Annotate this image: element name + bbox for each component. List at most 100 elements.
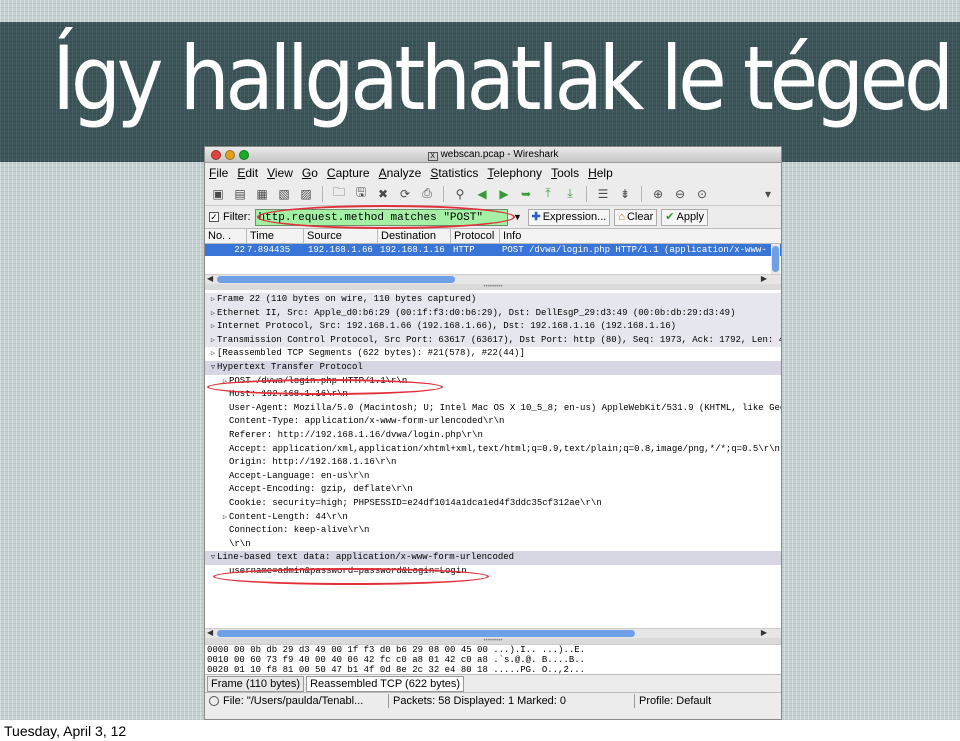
expand-icon[interactable]: ▷ bbox=[209, 348, 217, 362]
packet-info: POST /dvwa/login.php HTTP/1.1 (applicati… bbox=[502, 245, 767, 255]
toolbar-overflow-icon[interactable]: ▾ bbox=[759, 185, 777, 203]
scroll-left-icon[interactable]: ◀ bbox=[207, 274, 213, 283]
menu-telephony[interactable]: Telephony bbox=[487, 166, 542, 180]
detail-line[interactable]: User-Agent: Mozilla/5.0 (Macintosh; U; I… bbox=[205, 402, 781, 416]
detail-line[interactable]: ▷ Frame 22 (110 bytes on wire, 110 bytes … bbox=[205, 293, 781, 307]
packet-row-selected[interactable]: 22 7.894435 192.168.1.66 192.168.1.16 HT… bbox=[205, 244, 781, 256]
window-title: webscan.pcap - Wireshark bbox=[440, 149, 559, 160]
last-packet-icon[interactable]: ⤓ bbox=[561, 185, 579, 203]
interfaces-icon[interactable]: ▣ bbox=[209, 185, 227, 203]
go-to-packet-icon[interactable]: ➥ bbox=[517, 185, 535, 203]
detail-line[interactable]: ▷ Content-Length: 44\r\n bbox=[205, 511, 781, 525]
filter-history-dropdown[interactable]: ▼ bbox=[512, 209, 524, 226]
expression-button[interactable]: ✚ Expression... bbox=[527, 208, 611, 226]
expand-icon[interactable]: ▷ bbox=[221, 512, 229, 526]
clear-button[interactable]: ⌂ Clear bbox=[614, 208, 658, 226]
collapse-icon[interactable]: ▽ bbox=[209, 552, 217, 566]
column-header-info[interactable]: Info bbox=[500, 229, 781, 243]
column-header-source[interactable]: Source bbox=[304, 229, 378, 243]
clear-label: Clear bbox=[626, 210, 654, 223]
detail-line[interactable]: Origin: http://192.168.1.16\r\n bbox=[205, 456, 781, 470]
print-icon[interactable]: ⎙ bbox=[418, 185, 436, 203]
tab-reassembled-tcp[interactable]: Reassembled TCP (622 bytes) bbox=[306, 676, 465, 692]
colorize-icon[interactable]: ☰ bbox=[594, 185, 612, 203]
detail-line[interactable]: username=admin&password=password&Login=L… bbox=[205, 565, 781, 579]
zoom-out-icon[interactable]: ⊖ bbox=[671, 185, 689, 203]
menu-go[interactable]: Go bbox=[302, 166, 318, 180]
column-header-time[interactable]: Time bbox=[247, 229, 304, 243]
expert-info-icon[interactable] bbox=[209, 695, 219, 706]
detail-line[interactable]: ▷ POST /dvwa/login.php HTTP/1.1\r\n bbox=[205, 375, 781, 389]
filter-checkbox[interactable]: ✓ bbox=[209, 212, 219, 222]
scroll-thumb[interactable] bbox=[217, 630, 635, 637]
detail-line[interactable]: Cookie: security=high; PHPSESSID=e24df10… bbox=[205, 497, 781, 511]
detail-line[interactable]: Accept: application/xml,application/xhtm… bbox=[205, 443, 781, 457]
menu-tools[interactable]: Tools bbox=[551, 166, 579, 180]
menu-file[interactable]: File bbox=[209, 166, 228, 180]
column-header-no[interactable]: No. . bbox=[205, 229, 247, 243]
detail-line[interactable]: ▷ Transmission Control Protocol, Src Port… bbox=[205, 333, 781, 349]
zoom-in-icon[interactable]: ⊕ bbox=[649, 185, 667, 203]
expand-icon[interactable]: ▷ bbox=[221, 376, 229, 390]
restart-capture-icon[interactable]: ▨ bbox=[297, 185, 315, 203]
scroll-right-icon[interactable]: ▶ bbox=[761, 628, 767, 637]
normal-size-icon[interactable]: ⊙ bbox=[693, 185, 711, 203]
go-forward-icon[interactable]: ▶ bbox=[495, 185, 513, 203]
detail-line[interactable]: Host: 192.168.1.16\r\n bbox=[205, 388, 781, 402]
packet-list-hscroll[interactable]: ◀ ▶ bbox=[205, 274, 781, 284]
scroll-thumb[interactable] bbox=[772, 246, 779, 272]
column-header-protocol[interactable]: Protocol bbox=[451, 229, 500, 243]
detail-text: Accept-Encoding: gzip, deflate\r\n bbox=[229, 484, 413, 495]
detail-line[interactable]: Connection: keep-alive\r\n bbox=[205, 524, 781, 538]
detail-line[interactable]: Content-Type: application/x-www-form-url… bbox=[205, 415, 781, 429]
first-packet-icon[interactable]: ⤒ bbox=[539, 185, 557, 203]
start-capture-icon[interactable]: ▦ bbox=[253, 185, 271, 203]
packet-list-vscroll[interactable] bbox=[771, 244, 780, 274]
tab-frame[interactable]: Frame (110 bytes) bbox=[207, 676, 305, 692]
display-filter-input[interactable]: http.request.method matches "POST" bbox=[254, 208, 508, 226]
expand-icon[interactable]: ▷ bbox=[209, 308, 217, 322]
detail-line[interactable]: \r\n bbox=[205, 538, 781, 552]
menu-edit[interactable]: Edit bbox=[237, 166, 258, 180]
status-profile[interactable]: Profile: Default bbox=[635, 694, 715, 708]
detail-line[interactable]: Accept-Language: en-us\r\n bbox=[205, 470, 781, 484]
detail-line[interactable]: Accept-Encoding: gzip, deflate\r\n bbox=[205, 483, 781, 497]
save-file-icon[interactable]: 🖫 bbox=[352, 185, 370, 203]
column-header-destination[interactable]: Destination bbox=[378, 229, 451, 243]
scroll-right-icon[interactable]: ▶ bbox=[761, 274, 767, 283]
close-file-icon[interactable]: ✖ bbox=[374, 185, 392, 203]
status-bar: File: "/Users/paulda/Tenabl... Packets: … bbox=[205, 692, 781, 708]
packet-no: 22 bbox=[234, 245, 245, 255]
scroll-left-icon[interactable]: ◀ bbox=[207, 628, 213, 637]
minimize-window-button[interactable] bbox=[225, 150, 235, 160]
detail-line[interactable]: ▷ Internet Protocol, Src: 192.168.1.66 (1… bbox=[205, 320, 781, 334]
reload-icon[interactable]: ⟳ bbox=[396, 185, 414, 203]
apply-button[interactable]: ✔ Apply bbox=[661, 208, 709, 226]
close-window-button[interactable] bbox=[211, 150, 221, 160]
details-hscroll[interactable]: ◀ ▶ bbox=[205, 628, 781, 638]
collapse-icon[interactable]: ▽ bbox=[209, 362, 217, 376]
go-back-icon[interactable]: ◀ bbox=[473, 185, 491, 203]
find-packet-icon[interactable]: ⚲ bbox=[451, 185, 469, 203]
open-file-icon[interactable]: 🗀 bbox=[330, 185, 348, 203]
expand-icon[interactable]: ▷ bbox=[209, 294, 217, 308]
scroll-thumb[interactable] bbox=[217, 276, 455, 283]
maximize-window-button[interactable] bbox=[239, 150, 249, 160]
detail-line[interactable]: ▷ [Reassembled TCP Segments (622 bytes): … bbox=[205, 347, 781, 361]
menu-statistics[interactable]: Statistics bbox=[430, 166, 478, 180]
detail-text: \r\n bbox=[229, 538, 251, 549]
menu-view[interactable]: View bbox=[267, 166, 293, 180]
menu-analyze[interactable]: Analyze bbox=[379, 166, 422, 180]
expand-icon[interactable]: ▷ bbox=[209, 321, 217, 335]
expand-icon[interactable]: ▷ bbox=[209, 335, 217, 349]
detail-line[interactable]: ▽ Line-based text data: application/x-www… bbox=[205, 551, 781, 565]
detail-line[interactable]: Referer: http://192.168.1.16/dvwa/login.… bbox=[205, 429, 781, 443]
auto-scroll-icon[interactable]: ⇟ bbox=[616, 185, 634, 203]
menu-help[interactable]: Help bbox=[588, 166, 613, 180]
detail-line[interactable]: ▷ Ethernet II, Src: Apple_d0:b6:29 (00:1f… bbox=[205, 306, 781, 322]
menu-capture[interactable]: Capture bbox=[327, 166, 370, 180]
detail-line[interactable]: ▽ Hypertext Transfer Protocol bbox=[205, 360, 781, 376]
stop-capture-icon[interactable]: ▧ bbox=[275, 185, 293, 203]
slide-background: Így hallgathatlak le téged Xwebscan.pcap… bbox=[0, 0, 960, 720]
capture-options-icon[interactable]: ▤ bbox=[231, 185, 249, 203]
